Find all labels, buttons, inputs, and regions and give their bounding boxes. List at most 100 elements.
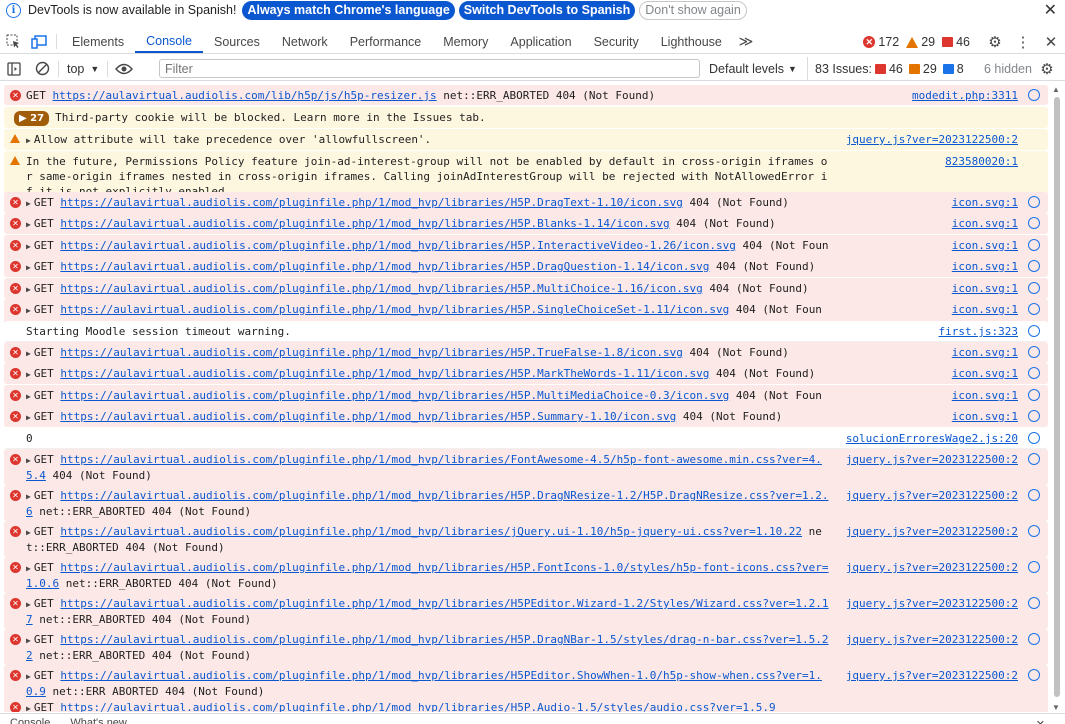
more-tabs-icon[interactable]: ≫ [733, 30, 759, 53]
source-link[interactable]: icon.svg:1 [952, 281, 1018, 296]
source-link[interactable]: jquery.js?ver=2023122500:2 [846, 596, 1018, 611]
ai-insight-icon[interactable] [1028, 325, 1040, 337]
source-link[interactable]: icon.svg:1 [952, 216, 1018, 231]
ai-insight-icon[interactable] [1028, 367, 1040, 379]
inspect-element-icon[interactable] [0, 30, 26, 53]
console-message-warn[interactable]: ▶ Allow attribute will take precedence ov… [4, 129, 1048, 150]
ai-insight-icon[interactable] [1028, 669, 1040, 681]
expand-caret-icon[interactable]: ▶ [26, 456, 31, 465]
request-url-link[interactable]: https://aulavirtual.audiolis.com/lib/h5p… [53, 89, 437, 102]
expand-caret-icon[interactable]: ▶ [26, 349, 31, 358]
ai-insight-icon[interactable] [1028, 597, 1040, 609]
ai-insight-icon[interactable] [1028, 432, 1040, 444]
request-url-link[interactable]: https://aulavirtual.audiolis.com/pluginf… [60, 303, 729, 316]
expand-caret-icon[interactable]: ▶ [26, 285, 31, 294]
console-message-error[interactable]: ✕ ▶ GET https://aulavirtual.audiolis.com/p… [4, 406, 1048, 427]
ai-insight-icon[interactable] [1028, 196, 1040, 208]
ai-insight-icon[interactable] [1028, 561, 1040, 573]
request-url-link[interactable]: https://aulavirtual.audiolis.com/pluginf… [60, 367, 709, 380]
sidebar-toggle-icon[interactable] [0, 57, 28, 81]
tab-sources[interactable]: Sources [203, 30, 271, 53]
repeat-count-badge[interactable]: ▶ 27 [14, 111, 50, 126]
expand-caret-icon[interactable]: ▶ [26, 636, 31, 645]
ai-insight-icon[interactable] [1028, 525, 1040, 537]
source-link[interactable]: jquery.js?ver=2023122500:2 [846, 668, 1018, 683]
expand-caret-icon[interactable]: ▶ [26, 672, 31, 681]
tab-network[interactable]: Network [271, 30, 339, 53]
source-link[interactable]: icon.svg:1 [952, 409, 1018, 424]
request-url-link[interactable]: https://aulavirtual.audiolis.com/pluginf… [60, 389, 729, 402]
ai-insight-icon[interactable] [1028, 282, 1040, 294]
issues-counter[interactable]: 83 Issues: 46 29 8 [807, 57, 964, 81]
close-drawer-icon[interactable]: ✕ [1026, 715, 1055, 724]
dont-show-again-button[interactable]: Don't show again [639, 0, 747, 20]
console-settings-gear-icon[interactable]: ⚙ [1033, 57, 1061, 81]
tab-console[interactable]: Console [135, 30, 203, 53]
switch-to-spanish-button[interactable]: Switch DevTools to Spanish [458, 0, 636, 20]
source-link[interactable]: icon.svg:1 [952, 238, 1018, 253]
tab-elements[interactable]: Elements [61, 30, 135, 53]
expand-caret-icon[interactable]: ▶ [26, 370, 31, 379]
ai-insight-icon[interactable] [1028, 217, 1040, 229]
expand-caret-icon[interactable]: ▶ [26, 306, 31, 315]
request-url-link[interactable]: https://aulavirtual.audiolis.com/pluginf… [60, 217, 669, 230]
expand-caret-icon[interactable]: ▶ [26, 242, 31, 251]
source-link[interactable]: jquery.js?ver=2023122500:2 [846, 560, 1018, 575]
ai-insight-icon[interactable] [1028, 260, 1040, 272]
source-link[interactable]: modedit.php:3311 [912, 88, 1018, 103]
gear-icon[interactable]: ⚙ [981, 33, 1009, 51]
ai-insight-icon[interactable] [1028, 89, 1040, 101]
request-url-link[interactable]: https://aulavirtual.audiolis.com/pluginf… [60, 525, 802, 538]
scrollbar-thumb[interactable] [1054, 97, 1060, 697]
console-message-error[interactable]: ✕ ▶ GET https://aulavirtual.audiolis.com/p… [4, 213, 1048, 234]
close-icon[interactable]: ✕ [1044, 0, 1057, 20]
console-message-error[interactable]: ✕ ▶ GET https://aulavirtual.audiolis.com/p… [4, 342, 1048, 363]
request-url-link[interactable]: https://aulavirtual.audiolis.com/pluginf… [60, 282, 702, 295]
expand-caret-icon[interactable]: ▶ [26, 413, 31, 422]
console-message-error[interactable]: ✕ ▶ GET https://aulavirtual.audiolis.com/p… [4, 449, 1048, 485]
close-devtools-icon[interactable]: ✕ [1037, 33, 1065, 51]
expand-caret-icon[interactable]: ▶ [26, 136, 31, 145]
console-message-error[interactable]: ✕ ▶ GET https://aulavirtual.audiolis.com/p… [4, 192, 1048, 213]
console-message-error[interactable]: ✕ ▶ GET https://aulavirtual.audiolis.com/p… [4, 665, 1048, 701]
console-message-error[interactable]: ✕ ▶ GET https://aulavirtual.audiolis.com/p… [4, 557, 1048, 593]
drawer-tab-console[interactable]: Console [0, 714, 60, 724]
expand-caret-icon[interactable]: ▶ [26, 600, 31, 609]
filter-input[interactable] [159, 59, 700, 78]
source-link[interactable]: icon.svg:1 [952, 302, 1018, 317]
expand-caret-icon[interactable]: ▶ [26, 704, 31, 712]
source-link[interactable]: icon.svg:1 [952, 345, 1018, 360]
ai-insight-icon[interactable] [1028, 410, 1040, 422]
ai-insight-icon[interactable] [1028, 389, 1040, 401]
scroll-down-icon[interactable]: ▼ [1052, 703, 1060, 712]
request-url-link[interactable]: https://aulavirtual.audiolis.com/pluginf… [60, 410, 676, 423]
source-link[interactable]: jquery.js?ver=2023122500:2 [846, 132, 1018, 147]
expand-caret-icon[interactable]: ▶ [26, 392, 31, 401]
ai-insight-icon[interactable] [1028, 453, 1040, 465]
tab-application[interactable]: Application [499, 30, 582, 53]
request-url-link[interactable]: https://aulavirtual.audiolis.com/pluginf… [60, 239, 736, 252]
device-toolbar-icon[interactable] [26, 30, 52, 53]
drawer-tab-whats-new[interactable]: What's new [60, 714, 137, 724]
console-message-error[interactable]: ✕ ▶ GET https://aulavirtual.audiolis.com/p… [4, 485, 1048, 521]
request-url-link[interactable]: https://aulavirtual.audiolis.com/pluginf… [60, 346, 683, 359]
request-url-link[interactable]: https://aulavirtual.audiolis.com/pluginf… [60, 701, 775, 712]
source-link[interactable]: jquery.js?ver=2023122500:2 [846, 452, 1018, 467]
expand-caret-icon[interactable]: ▶ [26, 263, 31, 272]
source-link[interactable]: icon.svg:1 [952, 195, 1018, 210]
source-link[interactable]: icon.svg:1 [952, 366, 1018, 381]
always-match-language-button[interactable]: Always match Chrome's language [242, 0, 455, 20]
tab-performance[interactable]: Performance [339, 30, 433, 53]
console-message-error[interactable]: ✕ ▶ GET https://aulavirtual.audiolis.com/p… [4, 629, 1048, 665]
source-link[interactable]: icon.svg:1 [952, 388, 1018, 403]
expand-caret-icon[interactable]: ▶ [26, 528, 31, 537]
source-link[interactable]: first.js:323 [939, 324, 1018, 339]
expand-caret-icon[interactable]: ▶ [26, 220, 31, 229]
source-link[interactable]: jquery.js?ver=2023122500:2 [846, 632, 1018, 647]
live-expression-eye-icon[interactable] [110, 57, 138, 81]
scroll-up-icon[interactable]: ▲ [1052, 85, 1060, 94]
source-link[interactable]: 823580020:1 [945, 154, 1018, 169]
scrollbar[interactable]: ▲ ▼ [1050, 85, 1064, 712]
tab-lighthouse[interactable]: Lighthouse [650, 30, 733, 53]
expand-caret-icon[interactable]: ▶ [26, 564, 31, 573]
